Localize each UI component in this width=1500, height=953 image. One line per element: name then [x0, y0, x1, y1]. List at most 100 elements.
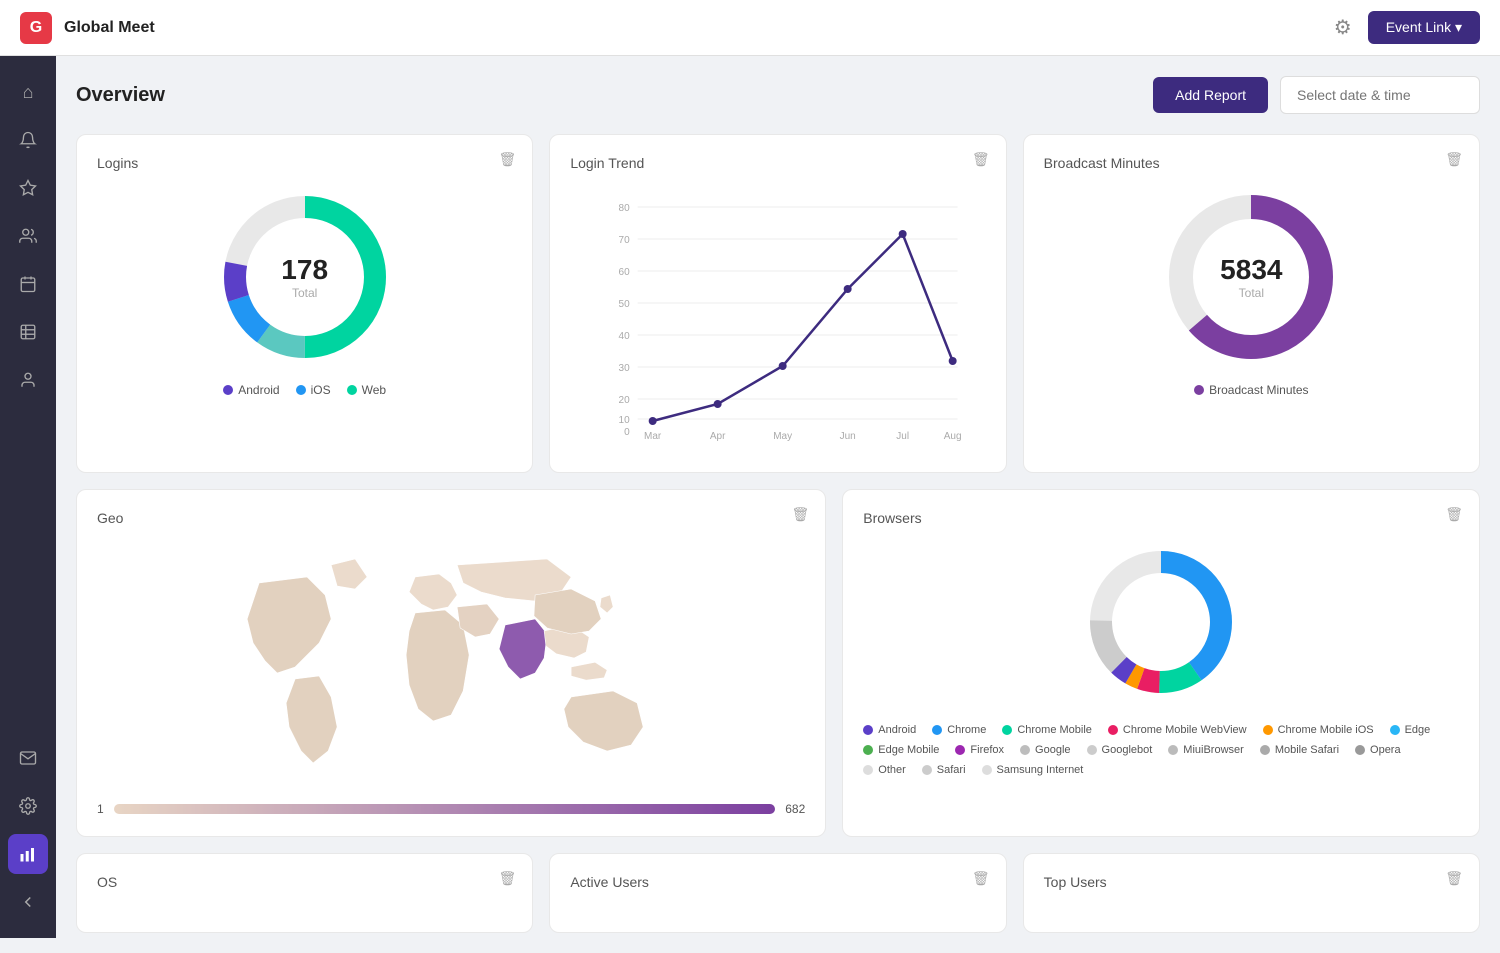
chrome-label: Chrome — [947, 724, 986, 736]
svg-text:0: 0 — [624, 427, 630, 438]
geo-delete-icon[interactable]: 🗑 — [791, 506, 809, 523]
svg-text:60: 60 — [619, 267, 631, 278]
legend-google: Google — [1020, 744, 1070, 756]
sidebar-item-home[interactable]: ⌂ — [8, 72, 48, 112]
legend-safari: Safari — [922, 764, 966, 776]
legend-broadcast: Broadcast Minutes — [1194, 383, 1308, 397]
browsers-title: Browsers — [863, 510, 1459, 526]
legend-web: Web — [347, 383, 386, 397]
page-header: Overview Add Report — [76, 76, 1480, 114]
login-trend-delete-icon[interactable]: 🗑 — [972, 151, 990, 168]
page-title: Overview — [76, 84, 165, 107]
event-link-button[interactable]: Event Link ▾ — [1368, 11, 1480, 44]
miui-dot — [1168, 745, 1178, 755]
date-input[interactable] — [1280, 76, 1480, 114]
login-trend-card: Login Trend 🗑 80 70 60 50 40 30 20 — [549, 134, 1006, 473]
sidebar-item-users[interactable] — [8, 216, 48, 256]
svg-text:Aug: Aug — [944, 431, 962, 442]
logins-card: Logins 🗑 — [76, 134, 533, 473]
sidebar-item-analytics[interactable] — [8, 834, 48, 874]
browsers-card: Browsers 🗑 — [842, 489, 1480, 837]
broadcast-card: Broadcast Minutes 🗑 5834 Total — [1023, 134, 1480, 473]
android-label: Android — [238, 383, 279, 397]
browser-android-dot — [863, 725, 873, 735]
google-label: Google — [1035, 744, 1070, 756]
ios-dot — [296, 385, 306, 395]
active-users-delete-icon[interactable]: 🗑 — [972, 870, 990, 887]
browsers-legend: Android Chrome Chrome Mobile Chrome Mobi… — [863, 724, 1459, 776]
firefox-label: Firefox — [970, 744, 1004, 756]
firefox-dot — [955, 745, 965, 755]
svg-text:70: 70 — [619, 235, 631, 246]
opera-label: Opera — [1370, 744, 1401, 756]
chrome-mobile-ios-dot — [1263, 725, 1273, 735]
broadcast-delete-icon[interactable]: 🗑 — [1445, 151, 1463, 168]
legend-browser-chrome: Chrome — [932, 724, 986, 736]
web-label: Web — [362, 383, 386, 397]
chrome-mobile-ios-label: Chrome Mobile iOS — [1278, 724, 1374, 736]
topnav-right: ⚙ Event Link ▾ — [1334, 11, 1480, 44]
broadcast-donut-container: 5834 Total Broadcast Minutes — [1044, 187, 1459, 397]
legend-chrome-mobile-webview: Chrome Mobile WebView — [1108, 724, 1247, 736]
sidebar-item-bell[interactable] — [8, 120, 48, 160]
os-delete-icon[interactable]: 🗑 — [499, 870, 517, 887]
logins-donut: 178 Total — [215, 187, 395, 367]
safari-dot — [922, 765, 932, 775]
broadcast-legend-label: Broadcast Minutes — [1209, 383, 1308, 397]
gear-icon[interactable]: ⚙ — [1334, 15, 1352, 40]
svg-text:10: 10 — [619, 415, 631, 426]
legend-miui: MiuiBrowser — [1168, 744, 1244, 756]
legend-browser-android: Android — [863, 724, 916, 736]
sidebar: ⌂ — [0, 56, 56, 938]
legend-googlebot: Googlebot — [1087, 744, 1153, 756]
sidebar-item-back[interactable] — [8, 882, 48, 922]
google-dot — [1020, 745, 1030, 755]
sidebar-item-person[interactable] — [8, 360, 48, 400]
top-users-card: 🗑 Top Users — [1023, 853, 1480, 933]
top-navigation: G Global Meet ⚙ Event Link ▾ — [0, 0, 1500, 56]
middle-row: Geo 🗑 — [76, 489, 1480, 837]
sidebar-item-table[interactable] — [8, 312, 48, 352]
broadcast-value: 5834 — [1220, 254, 1282, 286]
svg-text:50: 50 — [619, 299, 631, 310]
legend-mobile-safari: Mobile Safari — [1260, 744, 1339, 756]
legend-edge-mobile: Edge Mobile — [863, 744, 939, 756]
chrome-mobile-label: Chrome Mobile — [1017, 724, 1092, 736]
googlebot-dot — [1087, 745, 1097, 755]
geo-card: Geo 🗑 — [76, 489, 826, 837]
broadcast-dot — [1194, 385, 1204, 395]
legend-samsung: Samsung Internet — [982, 764, 1084, 776]
edge-dot — [1390, 725, 1400, 735]
edge-mobile-dot — [863, 745, 873, 755]
app-title: Global Meet — [64, 19, 155, 37]
samsung-dot — [982, 765, 992, 775]
android-dot — [223, 385, 233, 395]
legend-ios: iOS — [296, 383, 331, 397]
logins-donut-container: 178 Total Android iOS Web — [97, 187, 512, 397]
svg-text:May: May — [774, 431, 793, 442]
sidebar-item-star[interactable] — [8, 168, 48, 208]
world-map — [97, 542, 805, 792]
top-users-delete-icon[interactable]: 🗑 — [1445, 870, 1463, 887]
sidebar-item-mail[interactable] — [8, 738, 48, 778]
sidebar-item-calendar[interactable] — [8, 264, 48, 304]
logins-value: 178 — [281, 254, 328, 286]
edge-mobile-label: Edge Mobile — [878, 744, 939, 756]
add-report-button[interactable]: Add Report — [1153, 77, 1268, 113]
logins-label: Total — [281, 286, 328, 300]
geo-scale: 1 682 — [97, 802, 805, 816]
browsers-delete-icon[interactable]: 🗑 — [1445, 506, 1463, 523]
legend-chrome-mobile-ios: Chrome Mobile iOS — [1263, 724, 1374, 736]
world-map-svg — [97, 547, 805, 787]
logins-center: 178 Total — [281, 254, 328, 300]
chrome-mobile-webview-dot — [1108, 725, 1118, 735]
broadcast-title: Broadcast Minutes — [1044, 155, 1459, 171]
sidebar-item-settings[interactable] — [8, 786, 48, 826]
geo-gradient — [114, 804, 776, 814]
svg-text:30: 30 — [619, 363, 631, 374]
logins-delete-icon[interactable]: 🗑 — [499, 151, 517, 168]
legend-android: Android — [223, 383, 279, 397]
other-dot — [863, 765, 873, 775]
geo-max: 682 — [785, 802, 805, 816]
top-users-title: Top Users — [1044, 874, 1459, 890]
